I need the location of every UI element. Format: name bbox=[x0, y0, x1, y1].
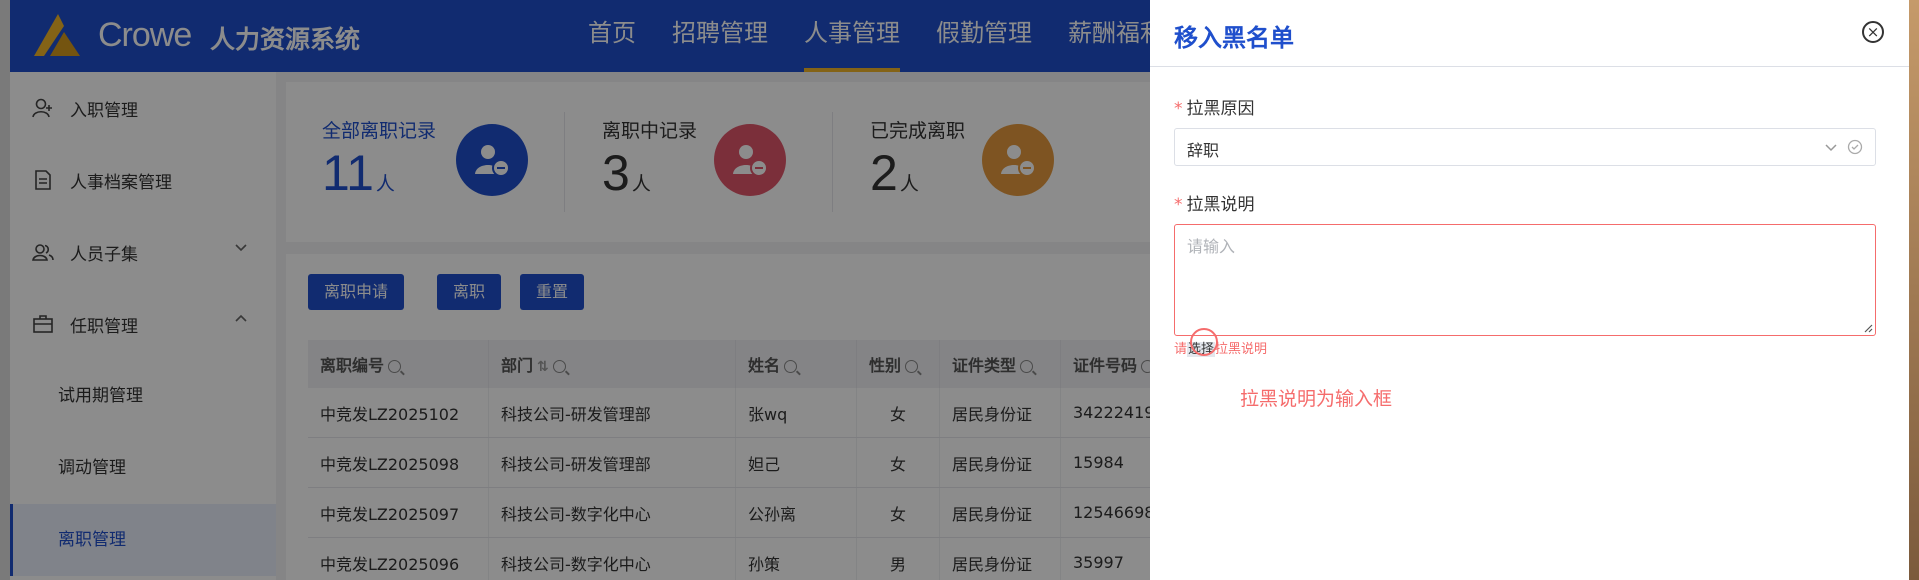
annotation-note: 拉黑说明为输入框 bbox=[1240, 388, 1393, 410]
close-icon[interactable]: × bbox=[1862, 21, 1884, 43]
required-mark: * bbox=[1174, 99, 1183, 119]
blacklist-drawer: 移入黑名单 × * 拉黑原因 辞职 * 拉黑说明 请输入 请选择拉黑说明 拉黑说明为… bbox=[1150, 0, 1919, 580]
desc-placeholder: 请输入 bbox=[1187, 237, 1236, 256]
reason-label: * 拉黑原因 bbox=[1174, 99, 1255, 119]
resize-handle-icon[interactable] bbox=[1863, 323, 1873, 333]
check-circle-icon bbox=[1847, 139, 1863, 155]
modal-overlay[interactable] bbox=[10, 0, 1160, 580]
validation-error: 请选择拉黑说明 bbox=[1174, 342, 1268, 357]
reason-select[interactable]: 辞职 bbox=[1174, 128, 1876, 166]
reason-select-value: 辞职 bbox=[1187, 141, 1220, 160]
divider bbox=[1150, 66, 1919, 67]
highlight-circle bbox=[1190, 328, 1218, 356]
desktop-background bbox=[1909, 0, 1919, 580]
drawer-title: 移入黑名单 bbox=[1174, 24, 1294, 52]
desc-textarea[interactable]: 请输入 bbox=[1174, 224, 1876, 336]
desc-label: * 拉黑说明 bbox=[1174, 195, 1255, 215]
required-mark: * bbox=[1174, 195, 1183, 215]
chevron-down-icon bbox=[1825, 144, 1837, 152]
